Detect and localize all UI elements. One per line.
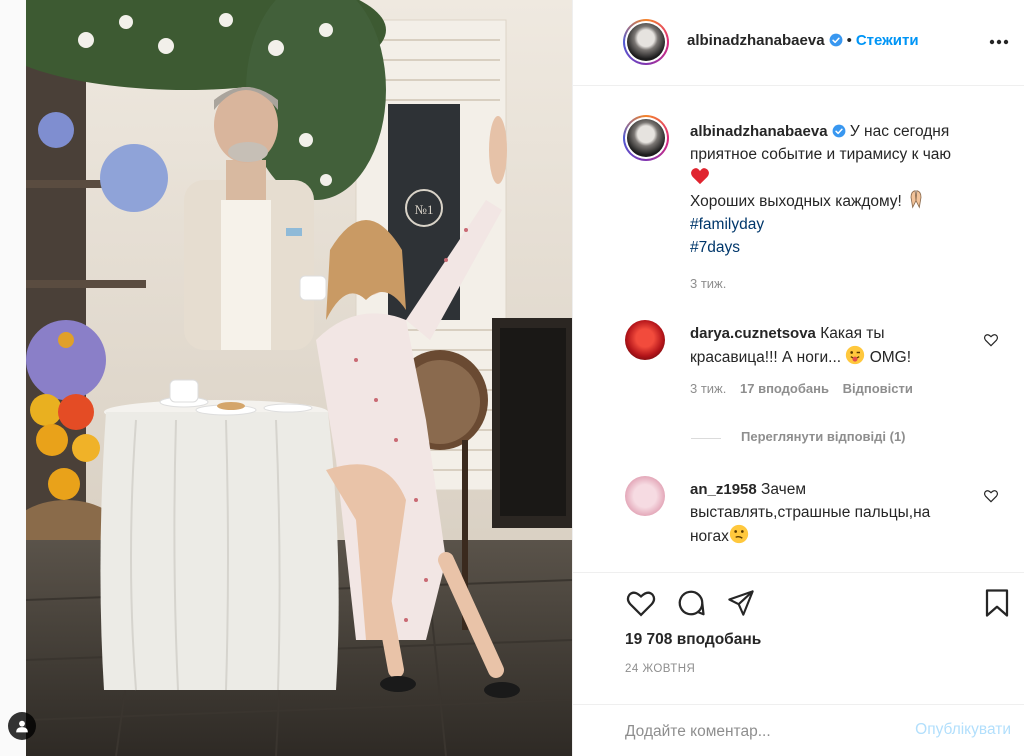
comment-item: darya.cuznetsova Какая ты красавица!!! А… [690, 322, 980, 396]
comment-item: an_z1958 Зачем выставлять,страшные пальц… [690, 478, 980, 548]
author-avatar[interactable] [623, 19, 669, 65]
comment-username[interactable]: an_z1958 [690, 481, 757, 498]
post-photo[interactable]: №1 [26, 0, 572, 756]
comment-bubble-icon [678, 590, 705, 616]
bookmark-icon [985, 589, 1009, 617]
comment-text-part2: выставлять,страшные пальцы,на [690, 504, 931, 521]
heart-icon [626, 591, 656, 617]
view-replies-button[interactable]: Переглянути відповіді (1) [741, 429, 906, 444]
comment-time[interactable]: 3 тиж. [690, 381, 726, 396]
winking-tongue-emoji-icon [846, 345, 865, 365]
share-button[interactable] [725, 587, 757, 619]
add-comment-bar: Опублікувати [573, 704, 1024, 756]
comment-text-part1: Зачем [761, 481, 807, 498]
left-gutter [0, 0, 26, 756]
more-options-button[interactable] [987, 30, 1011, 54]
comment-text-part3: OMG! [869, 349, 912, 366]
post-side-panel: albinadzhanabaeva • Стежити albinadzhanaba… [572, 0, 1024, 756]
hashtag-link[interactable]: #7days [690, 236, 1010, 259]
separator-dot: • [846, 32, 852, 49]
post-date[interactable]: 24 ЖОВТНЯ [625, 663, 695, 675]
follow-button[interactable]: Стежити [856, 32, 919, 49]
red-heart-emoji-icon [691, 168, 709, 185]
likes-count[interactable]: 19 708 вподобань [625, 631, 761, 649]
caption-text-line2: приятное событие и тирамису к чаю [690, 146, 952, 163]
comment-body: an_z1958 Зачем выставлять,страшные пальц… [690, 478, 980, 548]
caption-text-line3: Хороших выходных каждому! [690, 193, 902, 210]
svg-text:№1: №1 [415, 202, 434, 217]
verified-badge-icon [832, 124, 845, 138]
caption-text-line1: У нас сегодня [849, 123, 950, 140]
like-button[interactable] [625, 587, 657, 619]
confused-face-emoji-icon [729, 524, 749, 544]
comment-meta: 3 тиж. 17 вподобань Відповісти [690, 381, 980, 396]
comment-input[interactable] [625, 721, 885, 743]
comment-button[interactable] [675, 587, 707, 619]
comment-text-part2: красавица!!! А ноги... [690, 349, 842, 366]
user-icon [16, 720, 28, 733]
commenter-avatar[interactable] [625, 476, 665, 516]
like-comment-heart-icon[interactable] [983, 332, 999, 348]
save-button[interactable] [981, 587, 1013, 619]
comments-section: albinadzhanabaeva У нас сегодня приятное… [573, 86, 1024, 572]
tagged-users-button[interactable] [8, 712, 36, 740]
paper-plane-icon [728, 590, 754, 616]
comment-username[interactable]: darya.cuznetsova [690, 325, 816, 342]
photo-illustration: №1 [26, 0, 572, 756]
caption: albinadzhanabaeva У нас сегодня приятное… [690, 120, 1010, 291]
hashtag-link[interactable]: #familyday [690, 213, 1010, 236]
comment-text-part3: ногах [690, 528, 729, 545]
verified-badge-icon [829, 33, 842, 47]
caption-body: albinadzhanabaeva У нас сегодня приятное… [690, 120, 1010, 259]
caption-avatar[interactable] [623, 115, 669, 161]
header-username[interactable]: albinadzhanabaeva [687, 32, 825, 49]
comment-body: darya.cuznetsova Какая ты красавица!!! А… [690, 322, 980, 369]
praying-hands-emoji-icon [910, 190, 922, 209]
reply-button[interactable]: Відповісти [843, 381, 913, 396]
commenter-avatar[interactable] [625, 320, 665, 360]
post-header: albinadzhanabaeva • Стежити [573, 0, 1024, 86]
post-actions: 19 708 вподобань 24 ЖОВТНЯ [573, 572, 1024, 704]
header-author-line: albinadzhanabaeva • Стежити [687, 32, 919, 50]
comment-text-part1: Какая ты [820, 325, 885, 342]
replies-divider [691, 438, 721, 439]
instagram-post-view: №1 albinadzhanabaeva • Стежити albinadzh… [0, 0, 1024, 756]
like-comment-heart-icon[interactable] [983, 488, 999, 504]
comment-likes[interactable]: 17 вподобань [740, 381, 829, 396]
more-horizontal-icon [989, 39, 1009, 45]
post-comment-button[interactable]: Опублікувати [915, 721, 1011, 739]
caption-time[interactable]: 3 тиж. [690, 276, 1010, 291]
caption-username[interactable]: albinadzhanabaeva [690, 123, 828, 140]
